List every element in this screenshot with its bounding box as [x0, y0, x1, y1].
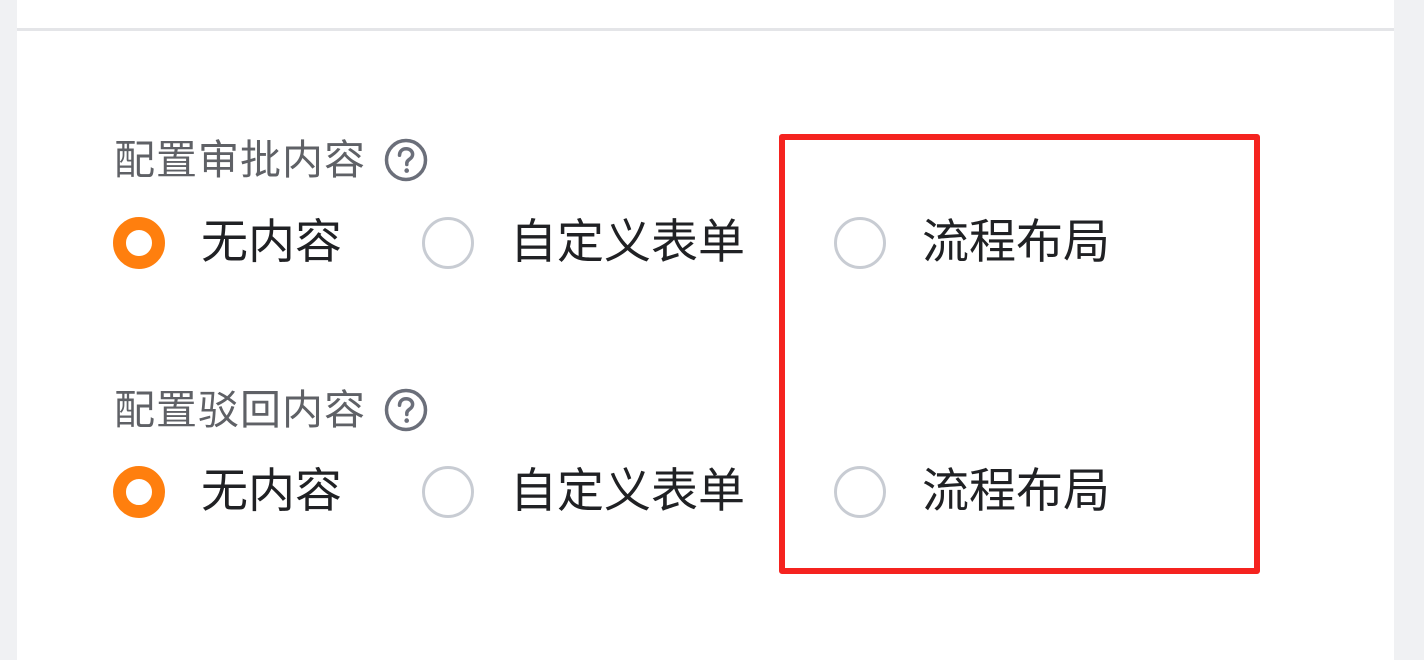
reject-option-no-content[interactable]: 无内容 [113, 457, 342, 527]
radio-unchecked-icon[interactable] [834, 466, 886, 518]
approval-option-flow-layout[interactable]: 流程布局 [834, 208, 1110, 278]
option-label: 自定义表单 [510, 215, 745, 270]
radio-checked-icon[interactable] [113, 217, 165, 269]
option-label: 无内容 [201, 464, 342, 519]
option-label: 流程布局 [922, 215, 1110, 270]
radio-unchecked-icon[interactable] [422, 217, 474, 269]
reject-content-radio-group: 无内容 自定义表单 流程布局 [17, 457, 1394, 527]
approval-option-custom-form[interactable]: 自定义表单 [422, 208, 745, 278]
radio-unchecked-icon[interactable] [834, 217, 886, 269]
reject-content-label-row: 配置驳回内容 [114, 380, 428, 440]
radio-checked-icon[interactable] [113, 466, 165, 518]
reject-content-label: 配置驳回内容 [114, 386, 366, 434]
approval-content-radio-group: 无内容 自定义表单 流程布局 [17, 208, 1394, 278]
option-label: 无内容 [201, 215, 342, 270]
radio-unchecked-icon[interactable] [422, 466, 474, 518]
reject-option-custom-form[interactable]: 自定义表单 [422, 457, 745, 527]
question-circle-icon[interactable] [384, 388, 428, 432]
top-divider [17, 28, 1394, 31]
approval-option-no-content[interactable]: 无内容 [113, 208, 342, 278]
approval-content-label-row: 配置审批内容 [114, 130, 428, 190]
reject-option-flow-layout[interactable]: 流程布局 [834, 457, 1110, 527]
question-circle-icon[interactable] [384, 138, 428, 182]
settings-panel: 配置审批内容 无内容 自定义表单 流程布局 配置驳回内容 无内容 自定义表单 流… [17, 0, 1394, 660]
option-label: 自定义表单 [510, 464, 745, 519]
option-label: 流程布局 [922, 464, 1110, 519]
approval-content-label: 配置审批内容 [114, 136, 366, 184]
